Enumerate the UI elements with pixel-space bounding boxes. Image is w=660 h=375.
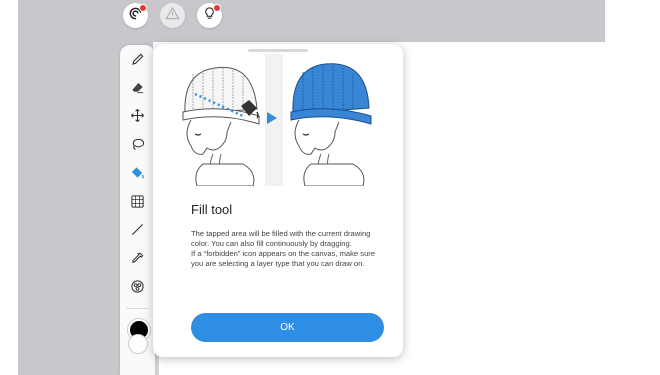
notification-badge <box>213 4 221 12</box>
eraser-tool-button[interactable] <box>128 80 147 99</box>
toolbar-divider <box>126 308 149 309</box>
eyedropper-tool-button[interactable] <box>128 251 147 270</box>
fill-tool-button[interactable] <box>128 165 147 184</box>
lasso-tool-button[interactable] <box>128 137 147 156</box>
grid-transform-icon <box>130 194 145 214</box>
dialog-description: The tapped area will be filled with the … <box>191 229 376 269</box>
transform-tool-button[interactable] <box>128 194 147 213</box>
app-window: Fill tool The tapped area will be filled… <box>18 0 605 375</box>
before-illustration <box>182 66 260 187</box>
line-tool-button[interactable] <box>128 222 147 241</box>
fill-bucket-icon <box>130 165 145 185</box>
line-icon <box>130 222 145 242</box>
dialog-paragraph: If a “forbidden” icon appears on the can… <box>191 249 376 268</box>
notification-badge <box>139 4 147 12</box>
dialog-drag-handle[interactable] <box>248 49 308 52</box>
dialog-paragraph: The tapped area will be filled with the … <box>191 229 371 248</box>
move-tool-button[interactable] <box>128 108 147 127</box>
fill-tool-help-dialog: Fill tool The tapped area will be filled… <box>153 44 403 357</box>
move-icon <box>130 108 145 128</box>
lasso-icon <box>130 137 145 157</box>
eyedropper-icon <box>130 251 145 271</box>
ok-button[interactable]: OK <box>191 313 384 342</box>
eraser-icon <box>130 80 145 100</box>
fill-tool-illustration <box>173 54 383 187</box>
layers-palette-icon <box>130 279 145 299</box>
pen-icon <box>130 52 145 72</box>
dialog-title: Fill tool <box>191 202 233 217</box>
tool-palette <box>120 45 155 375</box>
warning-button[interactable] <box>160 3 185 28</box>
tips-button[interactable] <box>197 3 222 28</box>
warning-triangle-icon <box>165 6 180 26</box>
material-tool-button[interactable] <box>128 279 147 298</box>
after-illustration <box>290 63 372 187</box>
secondary-color-swatch[interactable] <box>128 334 148 354</box>
pen-tool-button[interactable] <box>128 52 147 71</box>
app-logo-button[interactable] <box>123 3 148 28</box>
